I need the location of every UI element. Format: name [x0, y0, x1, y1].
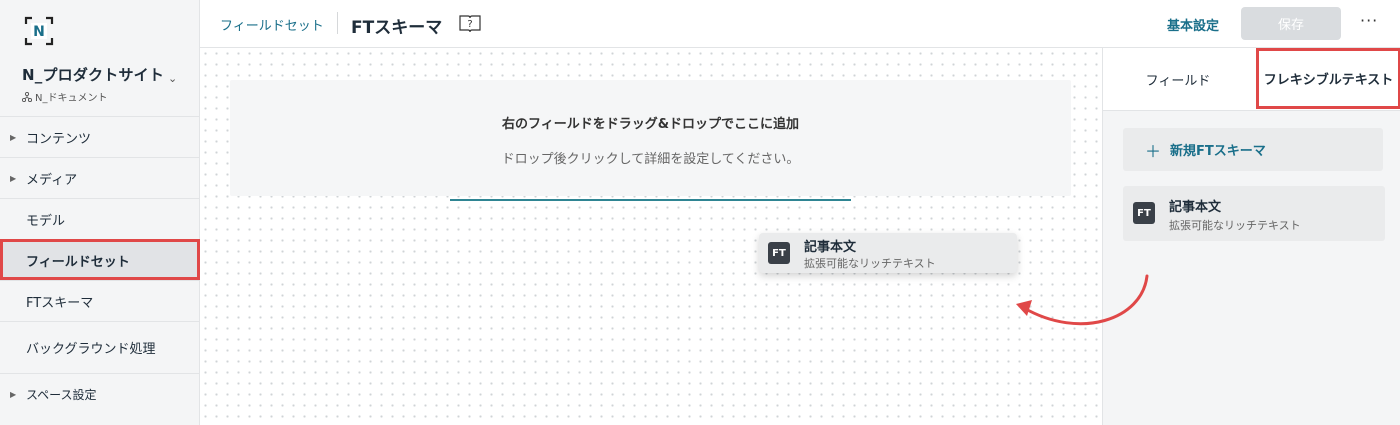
sidebar-item-ft-schema[interactable]: FTスキーマ	[0, 280, 200, 321]
tab-flexible-text[interactable]: フレキシブルテキスト	[1256, 48, 1400, 109]
breadcrumb-divider	[337, 12, 338, 34]
caret-right-icon: ▶	[10, 389, 17, 399]
field-card-title: 記事本文	[804, 240, 857, 255]
page-title: FTスキーマ	[351, 18, 443, 38]
field-card-title: 記事本文	[1169, 200, 1222, 215]
project-switcher[interactable]: N_プロダクトサイト N_ドキュメント	[22, 64, 192, 104]
new-ft-schema-button[interactable]: ＋ 新規FTスキーマ	[1123, 128, 1383, 171]
sidebar-item-label: スペース設定	[26, 387, 97, 402]
svg-text:N: N	[33, 24, 45, 40]
sidebar-item-label: メディア	[26, 172, 78, 188]
sidebar-item-label: バックグラウンド処理	[26, 342, 156, 357]
ft-icon: FT	[1133, 202, 1155, 224]
plus-icon: ＋	[1145, 141, 1162, 161]
logo-icon[interactable]: N	[22, 14, 56, 48]
sidebar-item-contents[interactable]: ▶ コンテンツ	[0, 116, 200, 157]
org-icon	[22, 91, 32, 102]
sidebar-item-media[interactable]: ▶ メディア	[0, 157, 200, 198]
sidebar-item-label: モデル	[26, 213, 66, 229]
more-icon[interactable]: ···	[1360, 11, 1378, 30]
chevron-down-icon[interactable]: ⌄	[168, 72, 177, 85]
panel-tabs: フィールド フレキシブルテキスト	[1103, 48, 1400, 111]
drop-indicator-line	[450, 199, 851, 201]
tab-fields[interactable]: フィールド	[1103, 48, 1253, 110]
basic-settings-link[interactable]: 基本設定	[1167, 15, 1219, 34]
drop-zone[interactable]: 右のフィールドをドラッグ&ドロップでここに追加 ドロップ後クリックして詳細を設定…	[230, 80, 1071, 196]
caret-right-icon: ▶	[10, 173, 17, 183]
project-sub-label: N_ドキュメント	[35, 93, 108, 104]
dragging-field-card[interactable]: FT 記事本文 拡張可能なリッチテキスト	[759, 233, 1017, 273]
caret-right-icon: ▶	[10, 132, 17, 142]
new-ft-schema-label: 新規FTスキーマ	[1170, 144, 1266, 159]
save-button[interactable]: 保存	[1241, 7, 1341, 40]
field-palette-panel: フィールド フレキシブルテキスト ＋ 新規FTスキーマ FT 記事本文 拡張可能…	[1102, 48, 1400, 425]
field-card-subtitle: 拡張可能なリッチテキスト	[804, 257, 936, 270]
project-sub: N_ドキュメント	[22, 89, 192, 104]
svg-text:?: ?	[467, 19, 472, 30]
sidebar-item-label: フィールドセット	[26, 254, 130, 270]
sidebar-nav: ▶ コンテンツ ▶ メディア モデル フィールドセット FTスキーマ バックグラ…	[0, 116, 200, 414]
sidebar: N N_プロダクトサイト N_ドキュメント ⌄ ▶ コンテンツ ▶ メディア モ…	[0, 0, 200, 425]
sidebar-item-label: FTスキーマ	[26, 295, 94, 311]
field-card-subtitle: 拡張可能なリッチテキスト	[1169, 219, 1301, 232]
help-book-icon[interactable]: ?	[459, 13, 481, 33]
header: フィールドセット FTスキーマ ? 基本設定 保存 ···	[200, 0, 1400, 48]
sidebar-item-background-jobs[interactable]: バックグラウンド処理	[0, 321, 200, 373]
sidebar-item-fieldsets[interactable]: フィールドセット	[0, 239, 200, 280]
project-name: N_プロダクトサイト	[22, 66, 165, 84]
drop-zone-title: 右のフィールドをドラッグ&ドロップでここに追加	[501, 117, 800, 132]
sidebar-item-models[interactable]: モデル	[0, 198, 200, 239]
schema-canvas[interactable]: 右のフィールドをドラッグ&ドロップでここに追加 ドロップ後クリックして詳細を設定…	[200, 48, 1102, 425]
drop-zone-subtitle: ドロップ後クリックして詳細を設定してください。	[501, 152, 800, 167]
sidebar-item-label: コンテンツ	[26, 131, 92, 147]
ft-schema-card[interactable]: FT 記事本文 拡張可能なリッチテキスト	[1123, 186, 1385, 241]
breadcrumb[interactable]: フィールドセット	[220, 15, 324, 34]
ft-icon: FT	[768, 242, 790, 264]
sidebar-item-space-settings[interactable]: ▶ スペース設定	[0, 373, 200, 414]
